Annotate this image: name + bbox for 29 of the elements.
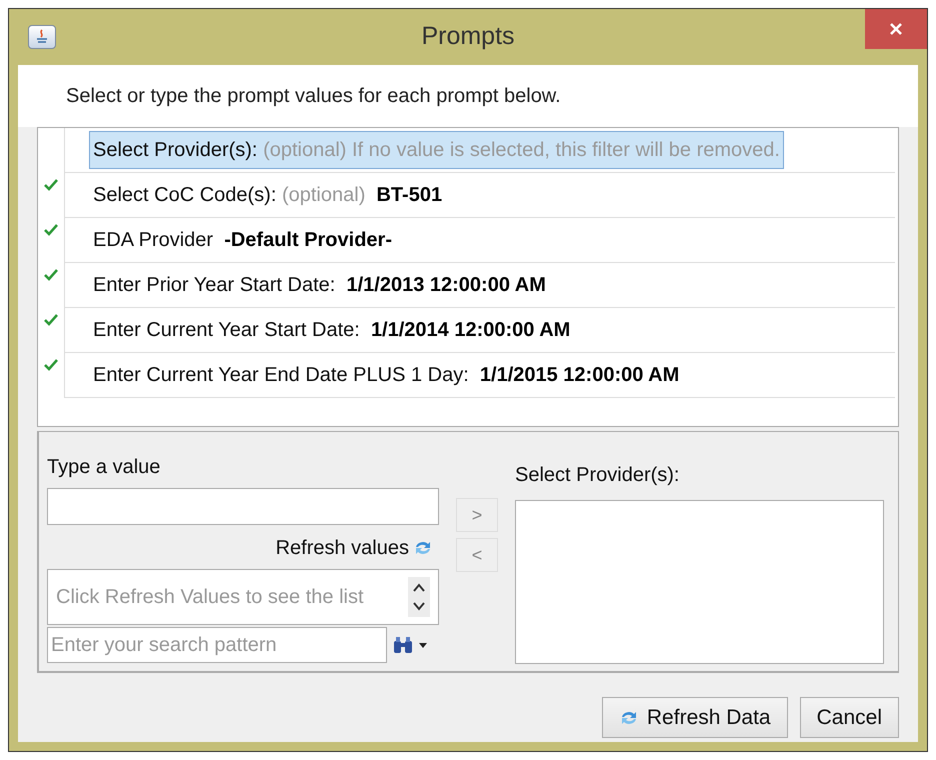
prompt-row[interactable]: Select CoC Code(s): (optional) BT-501 [64, 173, 895, 218]
cancel-button[interactable]: Cancel [800, 697, 899, 738]
instruction-text: Select or type the prompt values for each prompt below. [66, 84, 561, 109]
refresh-icon [413, 539, 433, 557]
binoculars-icon[interactable] [393, 636, 413, 654]
prompt-row[interactable]: Enter Current Year Start Date: 1/1/2014 12:00:00 AM [64, 308, 895, 353]
prompt-text: Enter Current Year End Date PLUS 1 Day: 1/1/2015 12:00:00 AM [93, 363, 680, 388]
close-icon [889, 22, 903, 36]
window-title: Prompts [421, 21, 515, 52]
refresh-data-button[interactable]: Refresh Data [602, 697, 788, 738]
prompt-text: Enter Current Year Start Date: 1/1/2014 12:00:00 AM [93, 318, 570, 343]
prompt-text: Select Provider(s): (optional) If no value is selected, this filter will be removed. [89, 131, 784, 169]
prompt-row[interactable]: EDA Provider -Default Provider- [64, 218, 895, 263]
list-placeholder: Click Refresh Values to see the list [56, 585, 364, 610]
search-field[interactable]: Enter your search pattern [47, 627, 387, 663]
dropdown-caret-icon[interactable] [419, 642, 427, 648]
prompt-text: Select CoC Code(s): (optional) BT-501 [93, 183, 442, 208]
type-value-label: Type a value [47, 455, 162, 480]
prompt-row[interactable]: Enter Current Year End Date PLUS 1 Day: 1/1/2015 12:00:00 AM [64, 353, 895, 398]
app-icon [28, 25, 56, 49]
prompt-text: Enter Prior Year Start Date: 1/1/2013 12:00:00 AM [93, 273, 546, 298]
close-button[interactable] [865, 9, 927, 49]
prompt-row[interactable]: Select Provider(s): (optional) If no value is selected, this filter will be removed. [64, 128, 895, 173]
value-input-field[interactable] [47, 488, 439, 525]
selected-providers-label: Select Provider(s): [515, 463, 680, 488]
refresh-values-link[interactable]: Refresh values [276, 533, 409, 563]
spinner-icon[interactable] [408, 577, 430, 617]
prompt-text: EDA Provider -Default Provider- [93, 228, 392, 253]
prompt-row[interactable]: Enter Prior Year Start Date: 1/1/2013 12:00:00 AM [64, 263, 895, 308]
